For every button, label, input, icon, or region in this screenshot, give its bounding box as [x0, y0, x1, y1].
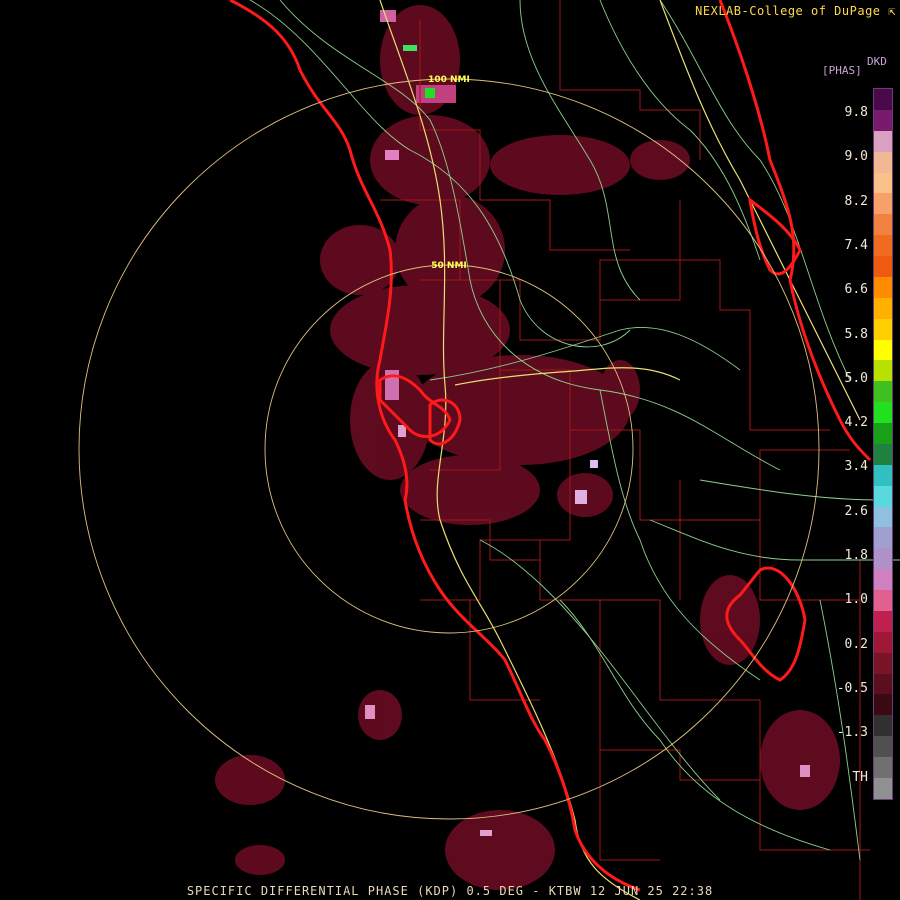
legend-color-step	[874, 214, 892, 236]
color-scale-bar	[873, 88, 893, 800]
legend-tick-label: 7.4	[844, 237, 868, 253]
legend-color-step	[874, 443, 892, 465]
legend-color-step	[874, 757, 892, 778]
radar-map: 50 NMI 100 NMI	[78, 0, 900, 900]
legend-color-step	[874, 736, 892, 757]
legend-color-step	[874, 193, 892, 215]
legend-color-step	[874, 527, 892, 549]
legend-tick-label: 1.0	[844, 592, 868, 608]
legend-color-step	[874, 318, 892, 340]
legend-tick-label: 6.6	[844, 282, 868, 298]
legend-tick-label: 1.8	[844, 548, 868, 563]
range-ring-50-label: 50 NMI	[431, 261, 467, 271]
legend-color-step	[874, 673, 892, 695]
legend-color-step	[874, 89, 892, 110]
legend-color-step	[874, 381, 892, 403]
legend-color-step	[874, 610, 892, 632]
legend-tick-label: 5.8	[844, 326, 868, 342]
legend-color-step	[874, 485, 892, 507]
legend-tick-label: 9.8	[844, 105, 868, 120]
legend-color-step	[874, 339, 892, 361]
legend-color-step	[874, 235, 892, 256]
legend-tick-label: -0.5	[836, 680, 868, 696]
legend-color-step	[874, 569, 892, 590]
legend-tick-label: 9.0	[844, 149, 868, 165]
legend-tick-label: -1.3	[836, 725, 868, 741]
legend-tick-label: 2.6	[844, 503, 868, 519]
legend-color-step	[874, 360, 892, 382]
legend-color-step	[874, 297, 892, 319]
legend-tick-label: 4.2	[844, 415, 868, 431]
legend-color-step	[874, 256, 892, 277]
cursor-arrow-icon: ⇱	[888, 4, 896, 18]
legend-color-step	[874, 715, 892, 737]
legend-color-step	[874, 130, 892, 152]
legend-tick-label: 5.0	[844, 370, 868, 386]
legend-color-step	[874, 276, 892, 298]
legend-units: [PHAS]	[822, 64, 862, 77]
legend-color-step	[874, 590, 892, 611]
legend-color-step	[874, 464, 892, 486]
legend-color-step	[874, 423, 892, 444]
legend-color-step	[874, 777, 892, 799]
credit-text: NEXLAB-College of DuPage	[695, 4, 881, 18]
legend-color-step	[874, 109, 892, 131]
legend-tick-label: TH	[852, 769, 868, 785]
radar-echoes	[215, 5, 840, 890]
legend-tick-label: 8.2	[844, 193, 868, 209]
legend-tick-label: 3.4	[844, 459, 868, 475]
legend-color-step	[874, 506, 892, 528]
legend-color-step	[874, 172, 892, 194]
range-ring-100-label: 100 NMI	[428, 75, 470, 85]
legend-color-step	[874, 151, 892, 173]
legend-color-step	[874, 694, 892, 716]
legend-color-step	[874, 652, 892, 674]
product-footer: SPECIFIC DIFFERENTIAL PHASE (KDP) 0.5 DE…	[186, 884, 714, 898]
legend-product: DKD	[867, 55, 887, 68]
legend-color-step	[874, 548, 892, 570]
legend-color-step	[874, 631, 892, 653]
legend-tick-label: 0.2	[844, 636, 868, 652]
credit-label: NEXLAB-College of DuPage ⇱	[695, 4, 896, 18]
legend-color-step	[874, 402, 892, 423]
